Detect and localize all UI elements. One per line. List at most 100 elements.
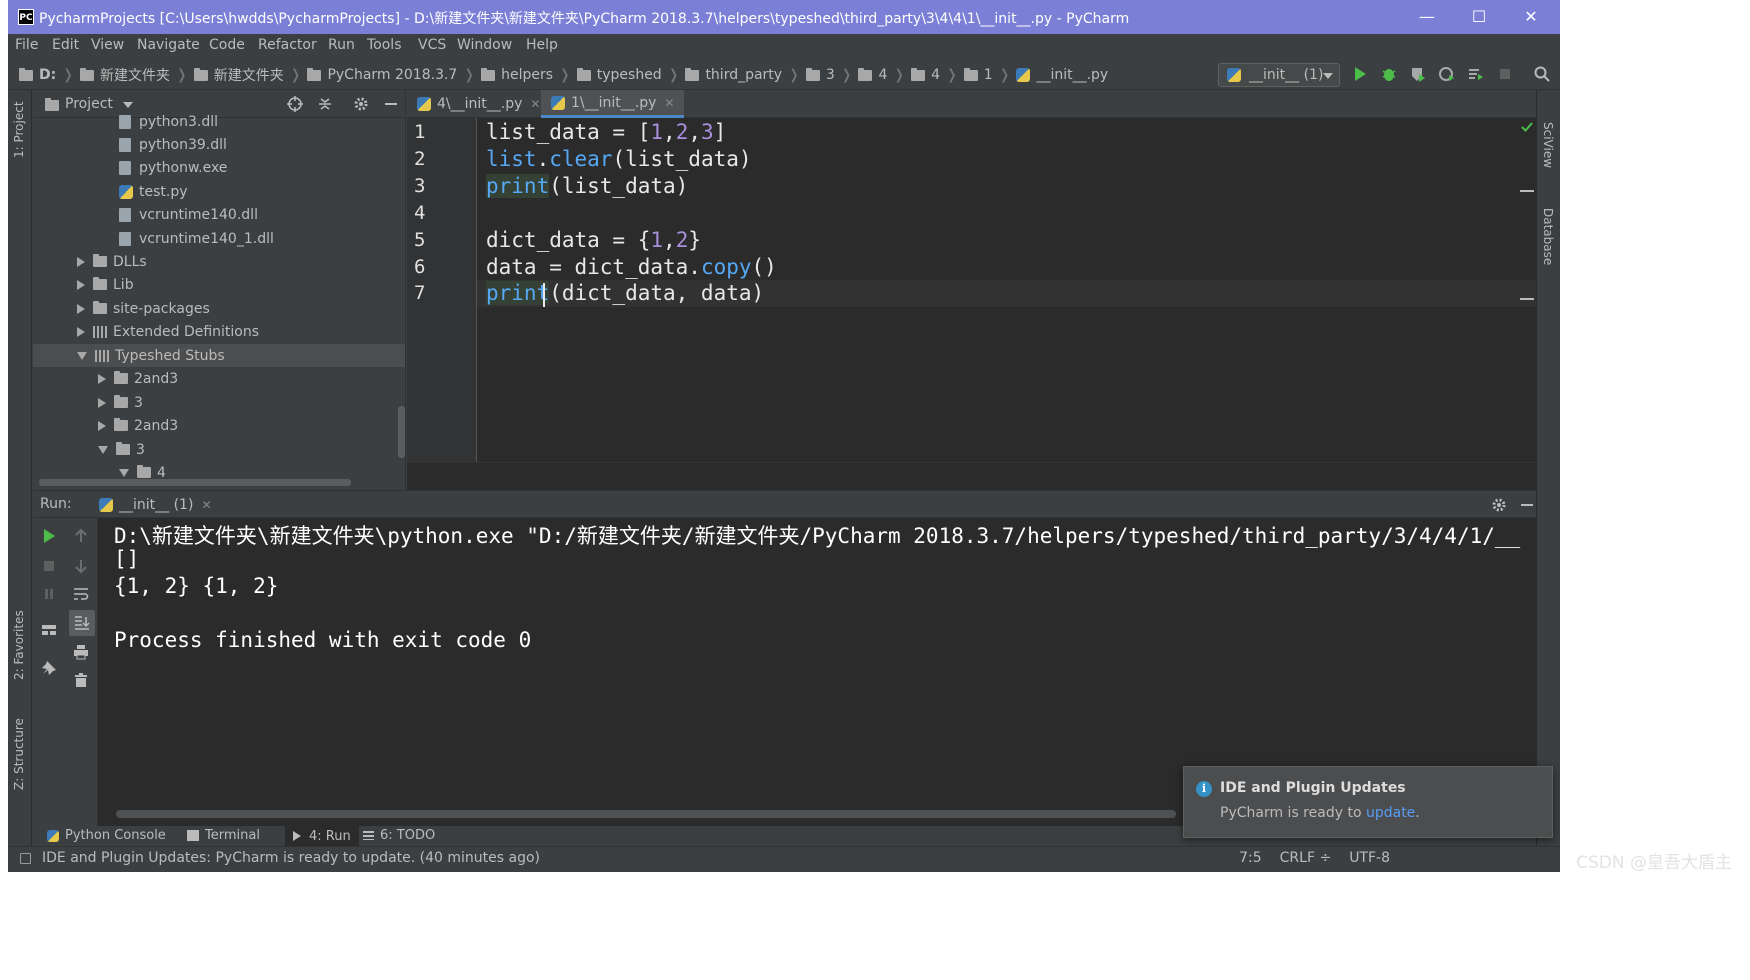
- collapse-all-icon[interactable]: [317, 96, 333, 112]
- editor-tab-active[interactable]: 1\__init__.py ✕: [541, 90, 685, 118]
- collapse-arrow-icon[interactable]: [77, 351, 87, 360]
- tree-item-folder[interactable]: 2and3: [98, 367, 178, 390]
- menu-vcs[interactable]: VCS: [418, 37, 446, 53]
- debug-icon[interactable]: [1381, 66, 1397, 82]
- locate-icon[interactable]: [287, 96, 303, 112]
- trash-icon[interactable]: [73, 672, 89, 688]
- breadcrumb-item[interactable]: typeshed: [597, 67, 662, 83]
- stop-icon[interactable]: [1497, 66, 1513, 82]
- tree-item-file[interactable]: vcruntime140.dll: [119, 203, 258, 226]
- minimize-button[interactable]: —: [1404, 4, 1450, 30]
- hide-panel-icon[interactable]: [1519, 497, 1535, 513]
- expand-arrow-icon[interactable]: [98, 373, 106, 384]
- project-horizontal-scrollbar[interactable]: [39, 479, 351, 486]
- code-editor[interactable]: 1 2 3 4 5 6 7 list_data = [1,2,3] list.c…: [407, 118, 1536, 490]
- breadcrumb-item[interactable]: 3: [826, 67, 835, 83]
- run-configuration-select[interactable]: __init__ (1): [1218, 63, 1340, 87]
- print-icon[interactable]: [73, 644, 89, 660]
- sciview-tool-button[interactable]: SciView: [1541, 122, 1555, 168]
- menu-refactor[interactable]: Refactor: [258, 37, 317, 53]
- breadcrumb-item[interactable]: helpers: [501, 67, 553, 83]
- tree-item-library[interactable]: Extended Definitions: [77, 320, 259, 343]
- breadcrumb-item[interactable]: 4: [878, 67, 887, 83]
- expand-arrow-icon[interactable]: [77, 256, 85, 267]
- menu-file[interactable]: File: [15, 37, 38, 53]
- project-vertical-scrollbar[interactable]: [398, 406, 405, 458]
- editor-tab[interactable]: 4\__init__.py ✕: [407, 90, 550, 118]
- breadcrumb-item[interactable]: PyCharm 2018.3.7: [327, 67, 457, 83]
- rerun-icon[interactable]: [41, 528, 57, 544]
- close-tab-icon[interactable]: ✕: [664, 96, 674, 110]
- database-tool-button[interactable]: Database: [1541, 208, 1555, 265]
- expand-arrow-icon[interactable]: [77, 326, 85, 337]
- tree-item-folder[interactable]: 2and3: [98, 414, 178, 437]
- collapse-arrow-icon[interactable]: [119, 468, 129, 477]
- todo-tab[interactable]: 6: TODO: [363, 828, 435, 843]
- concurrency-icon[interactable]: [1468, 66, 1484, 82]
- update-notification[interactable]: i IDE and Plugin Updates PyCharm is read…: [1183, 766, 1553, 838]
- coverage-icon[interactable]: [1410, 66, 1426, 82]
- caret-position[interactable]: 7:5: [1239, 850, 1262, 866]
- update-link[interactable]: update: [1366, 805, 1415, 821]
- layout-icon[interactable]: [41, 622, 57, 638]
- close-tab-icon[interactable]: ✕: [201, 498, 211, 512]
- breadcrumb-item[interactable]: 1: [984, 67, 993, 83]
- arrow-down-icon[interactable]: [73, 558, 89, 574]
- line-separator[interactable]: CRLF ÷: [1280, 850, 1332, 866]
- breadcrumb-item[interactable]: 4: [931, 67, 940, 83]
- python-console-tab[interactable]: Python Console: [47, 828, 166, 843]
- stop-icon[interactable]: [41, 558, 57, 574]
- tree-item-file[interactable]: test.py: [119, 180, 188, 203]
- run-tool-tab[interactable]: 4: Run: [285, 826, 359, 846]
- tree-item-file[interactable]: pythonw.exe: [119, 156, 227, 179]
- profile-icon[interactable]: [1439, 66, 1455, 82]
- toggle-tool-windows-icon[interactable]: [20, 853, 31, 864]
- expand-arrow-icon[interactable]: [77, 303, 85, 314]
- chevron-down-icon[interactable]: [123, 102, 133, 108]
- search-icon[interactable]: [1534, 66, 1550, 82]
- expand-arrow-icon[interactable]: [98, 397, 106, 408]
- tree-item-file[interactable]: python39.dll: [119, 133, 227, 156]
- console-horizontal-scrollbar[interactable]: [116, 810, 1176, 818]
- collapse-arrow-icon[interactable]: [98, 445, 108, 454]
- structure-tool-button[interactable]: Z: Structure: [12, 718, 26, 790]
- gear-icon[interactable]: [353, 96, 369, 112]
- menu-window[interactable]: Window: [457, 37, 512, 53]
- file-encoding[interactable]: UTF-8: [1349, 850, 1390, 866]
- gear-icon[interactable]: [1491, 497, 1507, 513]
- expand-arrow-icon[interactable]: [98, 420, 106, 431]
- tree-item-file[interactable]: vcruntime140_1.dll: [119, 227, 274, 250]
- hide-panel-icon[interactable]: [383, 96, 399, 112]
- run-icon[interactable]: [1352, 66, 1368, 82]
- breadcrumb-item[interactable]: D:: [39, 67, 56, 83]
- breadcrumb-item[interactable]: 新建文件夹: [100, 65, 170, 85]
- terminal-tab[interactable]: Terminal: [187, 828, 260, 843]
- error-stripe-mark[interactable]: [1520, 190, 1534, 192]
- project-tool-button[interactable]: 1: Project: [12, 101, 26, 158]
- tree-item-folder[interactable]: 3: [98, 438, 145, 461]
- expand-arrow-icon[interactable]: [77, 279, 85, 290]
- pause-icon[interactable]: [41, 586, 57, 602]
- tree-item-file[interactable]: python3.dll: [119, 110, 218, 133]
- tree-item-folder[interactable]: site-packages: [77, 297, 210, 320]
- tree-item-folder[interactable]: Lib: [77, 273, 134, 296]
- menu-view[interactable]: View: [91, 37, 124, 53]
- menu-help[interactable]: Help: [526, 37, 558, 53]
- menu-tools[interactable]: Tools: [367, 37, 402, 53]
- close-window-button[interactable]: ✕: [1508, 4, 1554, 30]
- breadcrumb-item[interactable]: __init__.py: [1036, 67, 1108, 83]
- error-stripe-mark[interactable]: [1520, 298, 1534, 300]
- close-tab-icon[interactable]: ✕: [530, 97, 540, 111]
- tree-item-folder[interactable]: DLLs: [77, 250, 147, 273]
- pin-icon[interactable]: [41, 660, 57, 676]
- project-view-selector[interactable]: Project: [65, 96, 113, 112]
- menu-navigate[interactable]: Navigate: [137, 37, 200, 53]
- maximize-button[interactable]: ☐: [1456, 4, 1502, 30]
- status-message[interactable]: IDE and Plugin Updates: PyCharm is ready…: [42, 850, 540, 866]
- arrow-up-icon[interactable]: [73, 528, 89, 544]
- menu-edit[interactable]: Edit: [52, 37, 79, 53]
- scroll-to-end-button[interactable]: [69, 610, 95, 636]
- menu-run[interactable]: Run: [328, 37, 355, 53]
- favorites-tool-button[interactable]: 2: Favorites: [12, 610, 26, 680]
- tree-item-folder[interactable]: 3: [98, 391, 143, 414]
